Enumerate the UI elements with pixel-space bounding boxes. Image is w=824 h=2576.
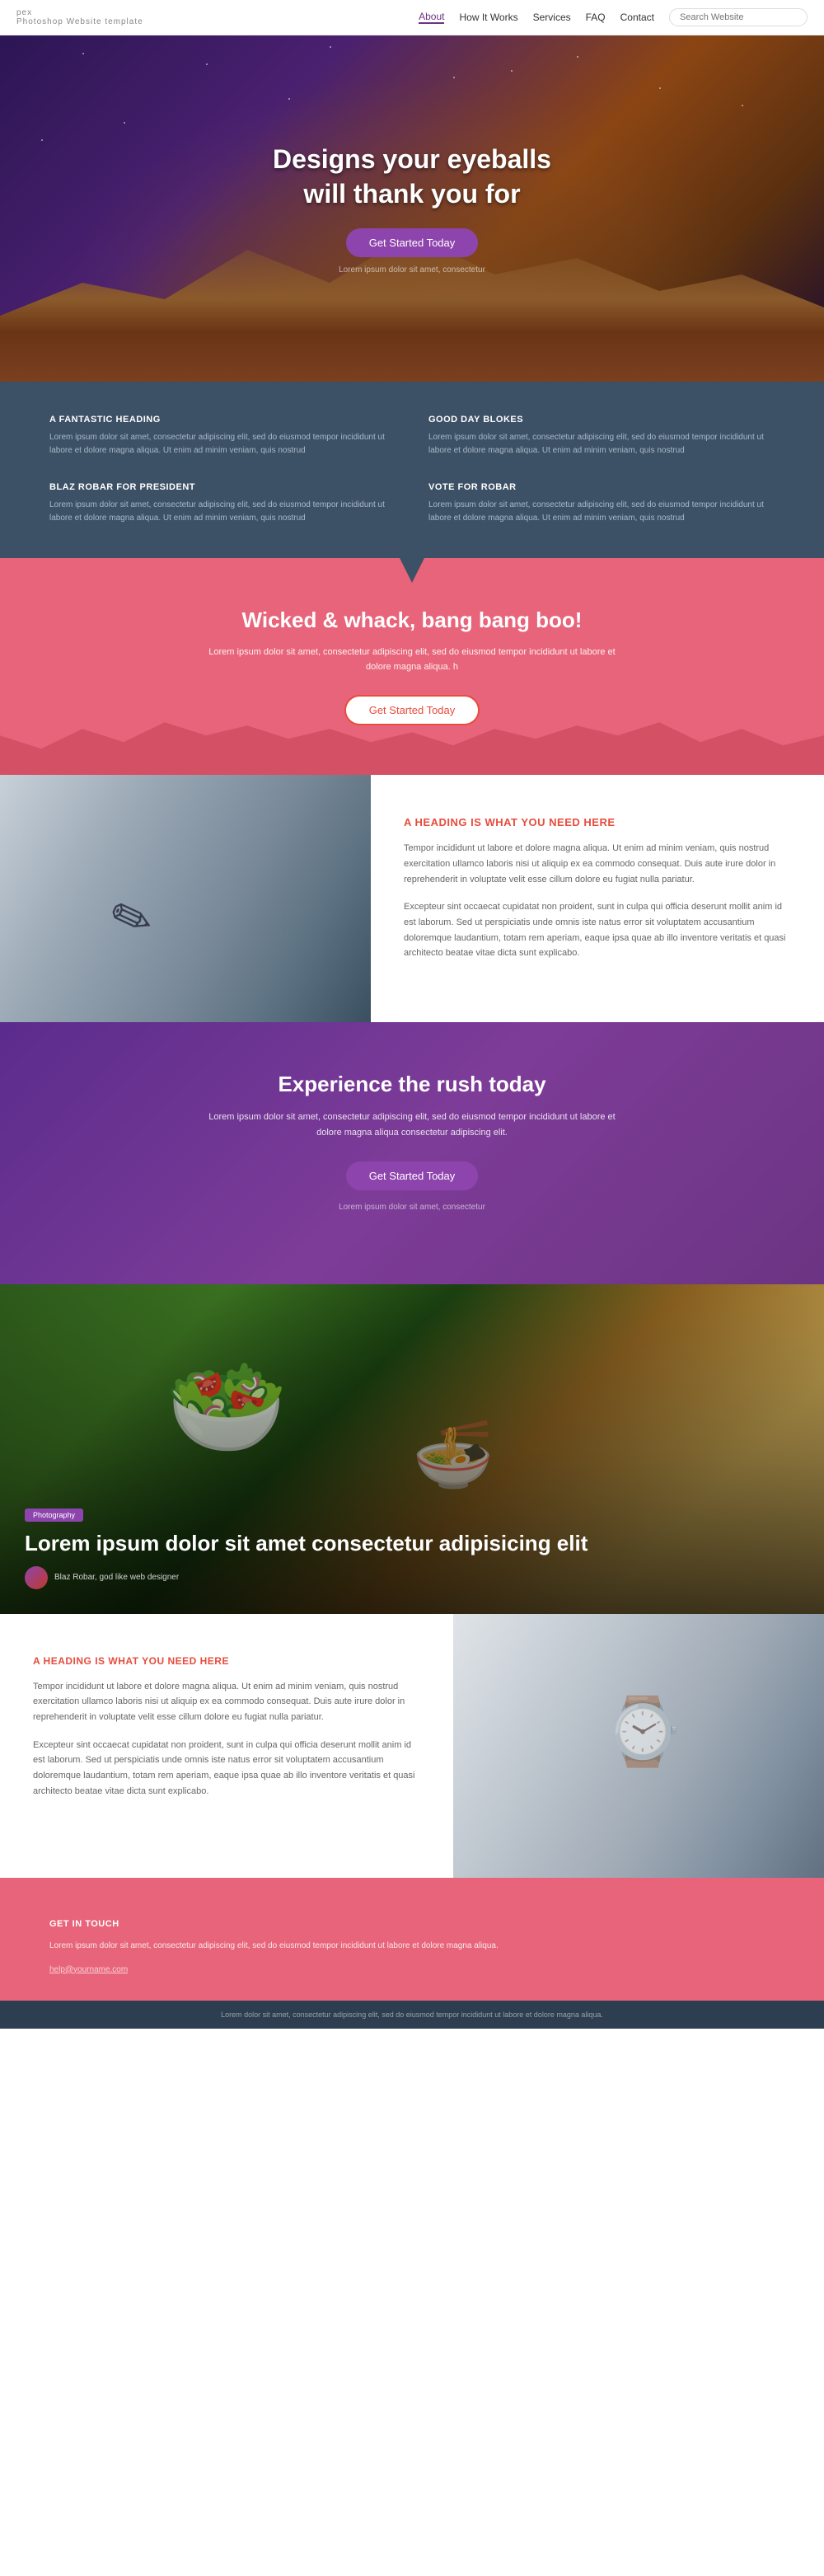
pink-banner-heading: Wicked & whack, bang bang boo!	[33, 608, 791, 633]
feature-item-2: GOOD DAY BLOKES Lorem ipsum dolor sit am…	[428, 415, 775, 457]
blog-author: Blaz Robar, god like web designer	[25, 1566, 799, 1589]
logo-text: pex	[16, 8, 143, 17]
pink-banner-cta-button[interactable]: Get Started Today	[344, 695, 480, 725]
feature-body-4: Lorem ipsum dolor sit amet, consectetur …	[428, 499, 775, 525]
nav-links: About How It Works Services FAQ Contact	[419, 8, 808, 26]
footer-bottom: Lorem dolor sit amet, consectetur adipis…	[0, 2001, 824, 2029]
hero-content: Designs your eyeballswill thank you for …	[273, 143, 551, 274]
nav-how-it-works[interactable]: How It Works	[459, 12, 517, 23]
features-section: A FANTASTIC HEADING Lorem ipsum dolor si…	[0, 382, 824, 558]
blog-content: Photography Lorem ipsum dolor sit amet c…	[25, 1507, 799, 1589]
purple-banner-cta-button[interactable]: Get Started Today	[346, 1161, 479, 1190]
hero-section: Designs your eyeballswill thank you for …	[0, 35, 824, 382]
article-heading: A HEADING IS WHAT YOU NEED HERE	[33, 1655, 420, 1667]
blog-feature-section: Photography Lorem ipsum dolor sit amet c…	[0, 1284, 824, 1614]
hand-writing-image	[0, 775, 371, 1022]
footer-email[interactable]: help@yourname.com	[49, 1965, 128, 1974]
feature-item-3: BLAZ ROBAR FOR PRESIDENT Lorem ipsum dol…	[49, 482, 396, 525]
author-name: Blaz Robar, god like web designer	[54, 1573, 179, 1582]
footer-bottom-text: Lorem dolor sit amet, consectetur adipis…	[221, 2011, 603, 2019]
two-col-text: A HEADING IS WHAT YOU NEED HERE Tempor i…	[371, 775, 824, 1022]
purple-banner-heading: Experience the rush today	[33, 1072, 791, 1097]
nav-services[interactable]: Services	[533, 12, 571, 23]
two-col-para1: Tempor incididunt ut labore et dolore ma…	[404, 841, 791, 887]
pink-banner-body: Lorem ipsum dolor sit amet, consectetur …	[206, 645, 618, 674]
feature-body-3: Lorem ipsum dolor sit amet, consectetur …	[49, 499, 396, 525]
purple-banner-section: Experience the rush today Lorem ipsum do…	[0, 1022, 824, 1283]
footer-body: Lorem ipsum dolor sit amet, consectetur …	[49, 1939, 775, 1953]
two-col-para2: Excepteur sint occaecat cupidatat non pr…	[404, 899, 791, 961]
hero-headline: Designs your eyeballswill thank you for	[273, 143, 551, 211]
nav-contact[interactable]: Contact	[620, 12, 654, 23]
navbar: pex Photoshop Website template About How…	[0, 0, 824, 35]
feature-heading-4: VOTE FOR ROBAR	[428, 482, 775, 492]
footer-section: GET IN TOUCH Lorem ipsum dolor sit amet,…	[0, 1878, 824, 2001]
author-avatar	[25, 1566, 48, 1589]
logo: pex Photoshop Website template	[16, 8, 143, 26]
two-col-heading: A HEADING IS WHAT YOU NEED HERE	[404, 816, 791, 828]
purple-banner-body: Lorem ipsum dolor sit amet, consectetur …	[206, 1110, 618, 1140]
two-col-image	[0, 775, 371, 1022]
pink-banner-section: Wicked & whack, bang bang boo! Lorem ips…	[0, 558, 824, 775]
article-para1: Tempor incididunt ut labore et dolore ma…	[33, 1679, 420, 1725]
footer-heading: GET IN TOUCH	[49, 1919, 775, 1929]
feature-heading-3: BLAZ ROBAR FOR PRESIDENT	[49, 482, 396, 492]
hero-subtext: Lorem ipsum dolor sit amet, consectetur	[273, 265, 551, 274]
nav-about[interactable]: About	[419, 11, 444, 24]
hero-cta-button[interactable]: Get Started Today	[346, 228, 479, 257]
article-para2: Excepteur sint occaecat cupidatat non pr…	[33, 1738, 420, 1799]
article-section: A HEADING IS WHAT YOU NEED HERE Tempor i…	[0, 1614, 824, 1878]
feature-heading-2: GOOD DAY BLOKES	[428, 415, 775, 425]
feature-body-1: Lorem ipsum dolor sit amet, consectetur …	[49, 431, 396, 457]
feature-item-4: VOTE FOR ROBAR Lorem ipsum dolor sit ame…	[428, 482, 775, 525]
blog-tag: Photography	[25, 1509, 83, 1522]
article-image	[453, 1614, 824, 1878]
purple-banner-subtext: Lorem ipsum dolor sit amet, consectetur	[206, 1200, 618, 1214]
nav-faq[interactable]: FAQ	[586, 12, 606, 23]
watch-image	[453, 1614, 824, 1878]
logo-tagline: Photoshop Website template	[16, 17, 143, 26]
feature-body-2: Lorem ipsum dolor sit amet, consectetur …	[428, 431, 775, 457]
feature-item-1: A FANTASTIC HEADING Lorem ipsum dolor si…	[49, 415, 396, 457]
article-text: A HEADING IS WHAT YOU NEED HERE Tempor i…	[0, 1614, 453, 1878]
features-grid: A FANTASTIC HEADING Lorem ipsum dolor si…	[49, 415, 775, 525]
blog-heading: Lorem ipsum dolor sit amet consectetur a…	[25, 1530, 799, 1558]
feature-heading-1: A FANTASTIC HEADING	[49, 415, 396, 425]
two-col-section: A HEADING IS WHAT YOU NEED HERE Tempor i…	[0, 775, 824, 1022]
search-input[interactable]	[669, 8, 808, 26]
